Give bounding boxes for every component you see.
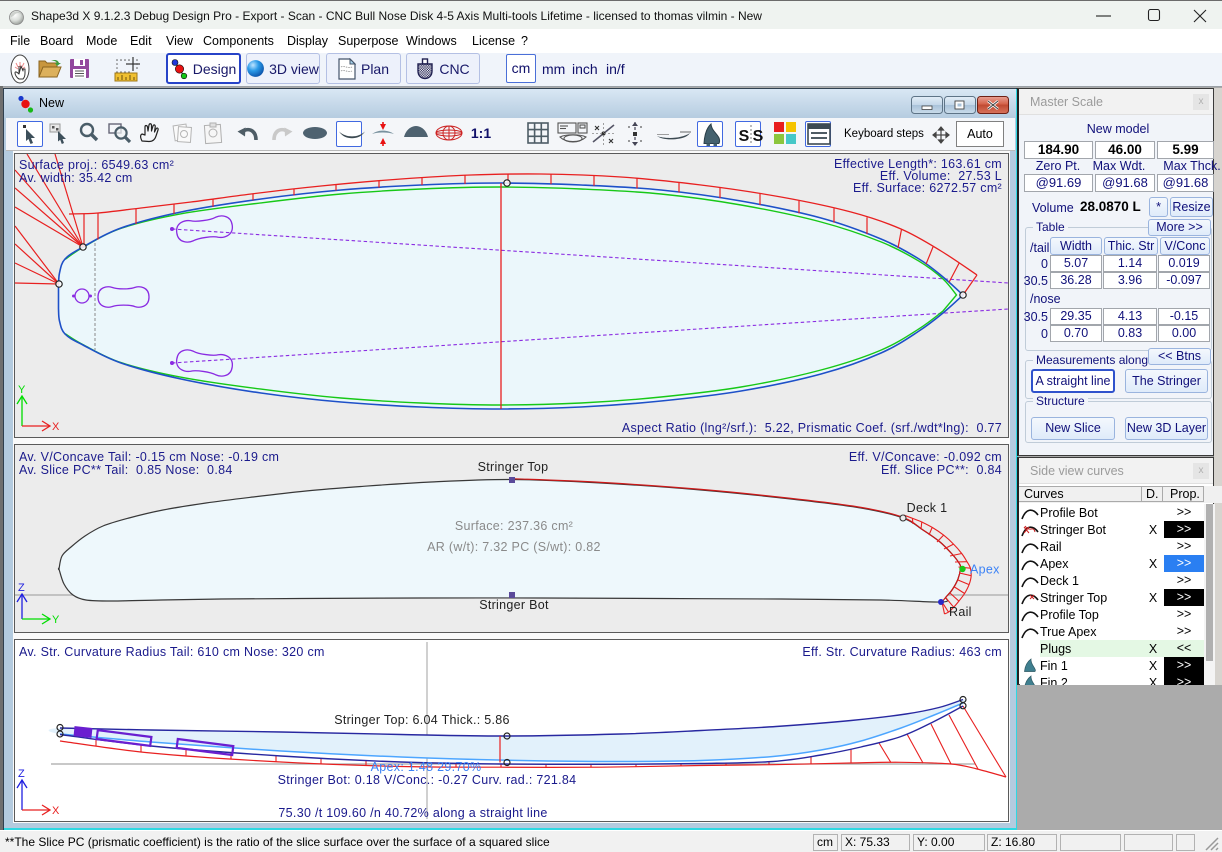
svg-text:Stringer Bot: 0.18 V/Conc.: -0: Stringer Bot: 0.18 V/Conc.: -0.27 Curv. …	[278, 773, 577, 787]
svg-text:Eff. Surface: 6272.57 cm²: Eff. Surface: 6272.57 cm²	[853, 181, 1002, 195]
svg-text:Stringer Bot: Stringer Bot	[479, 598, 549, 612]
svg-text:Aspect Ratio (lng²/srf.): 5.2: Aspect Ratio (lng²/srf.): 5.22, Prismati…	[622, 421, 1002, 435]
svg-text:Eff. Slice PC**: 0.84: Eff. Slice PC**: 0.84	[881, 463, 1002, 477]
svg-text:Av. Str. Curvature Radius Tail: Av. Str. Curvature Radius Tail: 610 cm N…	[19, 645, 325, 659]
svg-text:S: S	[739, 128, 750, 145]
svg-text:Y: Y	[52, 614, 60, 626]
svg-text:Eff. Str. Curvature Radius: 46: Eff. Str. Curvature Radius: 463 cm	[802, 645, 1002, 659]
svg-text:Z: Z	[18, 582, 25, 594]
svg-text:Deck 1: Deck 1	[907, 501, 948, 515]
svg-text:AR (w/t): 7.32 PC (S/wt): 0.82: AR (w/t): 7.32 PC (S/wt): 0.82	[427, 540, 601, 554]
svg-text:X: X	[52, 421, 60, 433]
svg-text:Stringer Top: Stringer Top	[478, 460, 549, 474]
svg-text:Av. V/Concave Tail: -0.15 cm N: Av. V/Concave Tail: -0.15 cm Nose: -0.19…	[19, 450, 279, 464]
svg-text:75.30 /t 109.60 /n 40.72% alon: 75.30 /t 109.60 /n 40.72% along a straig…	[278, 806, 547, 820]
svg-text:Y: Y	[18, 384, 26, 396]
svg-text:Eff. V/Concave: -0.092 cm: Eff. V/Concave: -0.092 cm	[849, 450, 1002, 464]
svg-text:Av. width: 35.42 cm: Av. width: 35.42 cm	[19, 171, 133, 185]
svg-text:Rail: Rail	[949, 605, 972, 619]
svg-text:Apex: 1.48 29.70%: Apex: 1.48 29.70%	[371, 760, 482, 774]
svg-text:X: X	[52, 805, 60, 817]
svg-text:Surface: 237.36 cm²: Surface: 237.36 cm²	[455, 519, 573, 533]
svg-text:1:1: 1:1	[471, 125, 491, 141]
svg-text:Surface proj.: 6549.63 cm²: Surface proj.: 6549.63 cm²	[19, 158, 174, 172]
svg-text:Stringer Top: 6.04 Thick.: 5.8: Stringer Top: 6.04 Thick.: 5.86	[334, 713, 510, 727]
svg-text:S: S	[753, 128, 764, 145]
svg-text:Apex: Apex	[970, 563, 1000, 577]
svg-text:Av. Slice PC** Tail: 0.85 Nos: Av. Slice PC** Tail: 0.85 Nose: 0.84	[19, 463, 233, 477]
svg-text:Z: Z	[18, 768, 25, 780]
